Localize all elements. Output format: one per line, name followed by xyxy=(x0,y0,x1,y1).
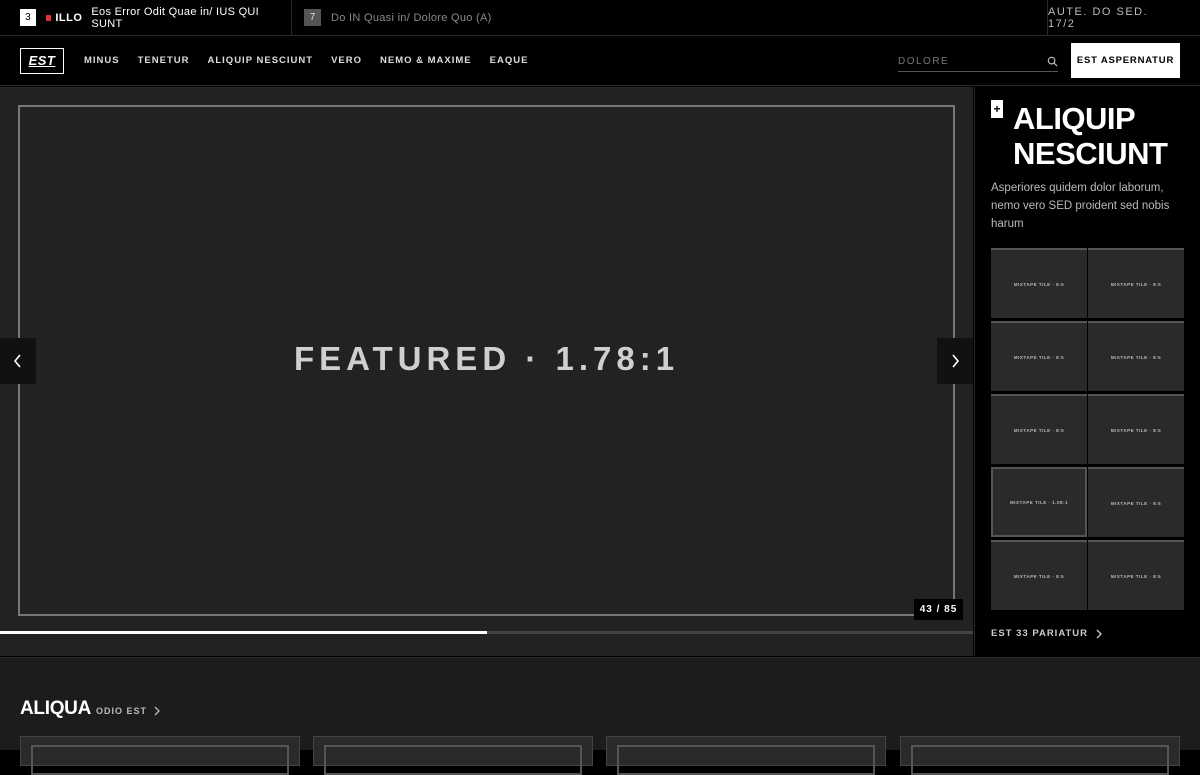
ticker-number: 3 xyxy=(20,9,36,26)
nav-link[interactable]: ALIQUIP NESCIUNT xyxy=(208,55,314,66)
logo[interactable]: EST xyxy=(20,47,64,74)
content-card[interactable] xyxy=(313,736,593,775)
section-title: ALIQUA xyxy=(20,698,92,719)
chevron-right-icon xyxy=(154,706,160,716)
mixtape-tile[interactable]: MIXTAPE TILE · 8:5 xyxy=(1088,467,1184,537)
section-more-label: ODIO EST xyxy=(96,706,148,716)
ticker-headline: Do IN Quasi in/ Dolore Quo (A) xyxy=(331,11,492,24)
ticker-headline: Eos Error Odit Quae in/ IUS QUI SUNT xyxy=(91,5,260,30)
nav-link[interactable]: NEMO & MAXIME xyxy=(380,55,472,66)
slide-counter: 43 / 85 xyxy=(914,599,963,620)
side-title: ALIQUIP NESCIUNT xyxy=(1013,101,1168,171)
mixtape-tile[interactable]: MIXTAPE TILE · 8:5 xyxy=(1088,540,1184,610)
ticker-number: 7 xyxy=(304,9,321,26)
content-card[interactable] xyxy=(20,736,300,775)
search-placeholder: DOLORE xyxy=(898,56,950,67)
content-card[interactable] xyxy=(606,736,886,775)
chevron-right-icon xyxy=(1096,629,1102,638)
mixtape-tile[interactable]: MIXTAPE TILE · 8:5 xyxy=(1088,394,1184,464)
mixtape-tile[interactable]: MIXTAPE TILE · 8:5 xyxy=(1088,321,1184,391)
main-nav: EST MINUS TENETUR ALIQUIP NESCIUNT VERO … xyxy=(0,36,1200,86)
side-more-link[interactable]: EST 33 PARIATUR xyxy=(991,628,1102,639)
ticker-item-1[interactable]: 3 ILLO Eos Error Odit Quae in/ IUS QUI S… xyxy=(0,0,292,36)
mixtape-tile[interactable]: MIXTAPE TILE · 8:5 xyxy=(991,248,1087,318)
mixtape-tile[interactable]: MIXTAPE TILE · 1.08:1 xyxy=(991,467,1087,537)
plus-icon[interactable]: + xyxy=(991,100,1003,118)
ticker-category: ILLO xyxy=(55,11,83,24)
side-description: Asperiores quidem dolor laborum, nemo ve… xyxy=(991,182,1170,230)
mixtape-tile[interactable]: MIXTAPE TILE · 8:5 xyxy=(991,321,1087,391)
search-icon[interactable] xyxy=(1047,56,1058,67)
cta-button[interactable]: EST ASPERNATUR xyxy=(1071,43,1180,78)
featured-title: FEATURED · 1.78:1 xyxy=(293,340,680,377)
ticker-date: AUTE. DO SED. 17/2 xyxy=(1047,0,1200,35)
nav-link[interactable]: EAQUE xyxy=(490,55,529,66)
nav-links: MINUS TENETUR ALIQUIP NESCIUNT VERO NEMO… xyxy=(84,55,546,66)
nav-link[interactable]: MINUS xyxy=(84,55,120,66)
side-panel: + ALIQUIP NESCIUNT Asperiores quidem dol… xyxy=(974,87,1200,656)
search-input[interactable]: DOLORE xyxy=(898,52,1058,72)
mixtape-tile[interactable]: MIXTAPE TILE · 8:5 xyxy=(1088,248,1184,318)
side-more-label: EST 33 PARIATUR xyxy=(991,628,1088,639)
progress-bar xyxy=(0,631,973,634)
featured-carousel: FEATURED · 1.78:1 43 / 85 xyxy=(0,87,973,656)
progress-fill xyxy=(0,631,487,634)
mixtape-tile[interactable]: MIXTAPE TILE · 8:5 xyxy=(991,394,1087,464)
tile-grid: MIXTAPE TILE · 8:5 MIXTAPE TILE · 8:5 MI… xyxy=(991,248,1184,610)
content-card[interactable] xyxy=(900,736,1180,775)
next-button[interactable] xyxy=(937,338,973,384)
nav-link[interactable]: VERO xyxy=(331,55,362,66)
prev-button[interactable] xyxy=(0,338,36,384)
section-more-link[interactable]: ODIO EST xyxy=(96,706,160,716)
content-section: ALIQUA ODIO EST xyxy=(0,657,1200,775)
chevron-right-icon xyxy=(952,354,960,368)
ticker-item-2[interactable]: 7 Do IN Quasi in/ Dolore Quo (A) xyxy=(292,0,504,36)
mixtape-tile[interactable]: MIXTAPE TILE · 8:5 xyxy=(991,540,1087,610)
live-dot-icon xyxy=(45,14,52,21)
chevron-left-icon xyxy=(13,354,21,368)
nav-link[interactable]: TENETUR xyxy=(138,55,190,66)
ticker-bar: 3 ILLO Eos Error Odit Quae in/ IUS QUI S… xyxy=(0,0,1200,36)
